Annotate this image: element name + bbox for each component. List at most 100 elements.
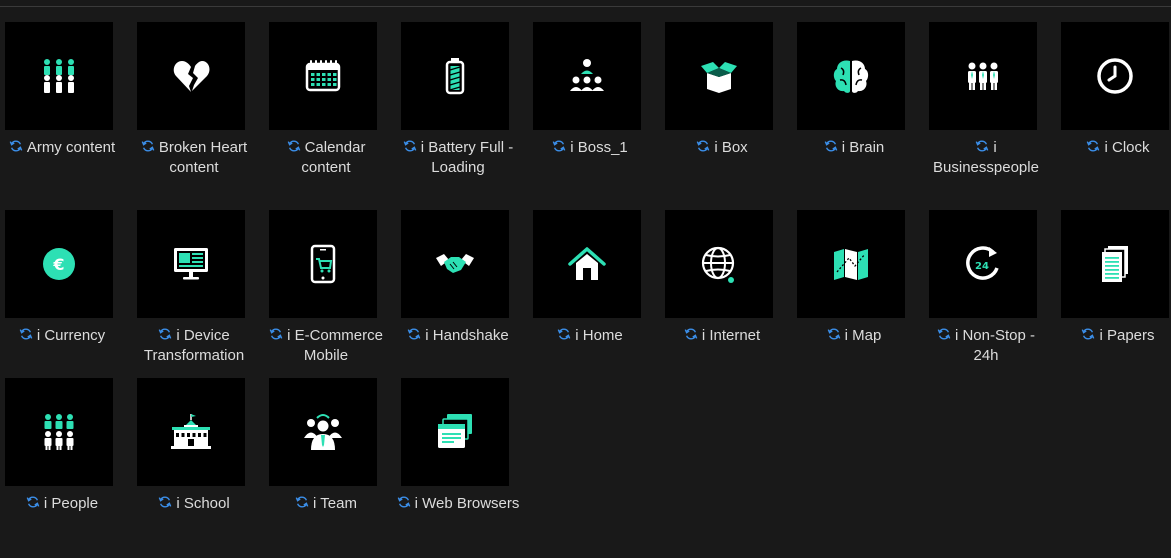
sync-icon bbox=[287, 140, 300, 152]
sync-icon bbox=[557, 328, 571, 340]
file-thumbnail[interactable] bbox=[5, 22, 113, 130]
file-label[interactable]: i Web Browsers bbox=[396, 494, 520, 514]
file-label[interactable]: i Currency bbox=[0, 326, 124, 346]
file-thumbnail[interactable] bbox=[797, 22, 905, 130]
file-thumbnail[interactable] bbox=[533, 210, 641, 318]
file-thumbnail[interactable] bbox=[797, 210, 905, 318]
sync-icon bbox=[937, 328, 951, 340]
file-grid: Army content Broken Heart content Calend… bbox=[0, 0, 1171, 558]
file-label[interactable]: i Clock bbox=[1056, 138, 1171, 158]
svg-text:€: € bbox=[52, 255, 64, 274]
sync-icon bbox=[975, 140, 989, 152]
team-icon bbox=[304, 414, 342, 450]
file-thumbnail[interactable] bbox=[5, 378, 113, 486]
calendar-icon bbox=[305, 60, 341, 92]
file-thumbnail[interactable] bbox=[1061, 22, 1169, 130]
file-label[interactable]: i Papers bbox=[1056, 326, 1171, 346]
file-label[interactable]: i People bbox=[0, 494, 124, 514]
file-label[interactable]: i Team bbox=[264, 494, 388, 514]
battery-icon bbox=[445, 58, 465, 95]
file-label[interactable]: Calendar content bbox=[264, 138, 388, 178]
file-label[interactable]: i Device Transformation bbox=[132, 326, 256, 366]
file-label[interactable]: Army content bbox=[0, 138, 124, 158]
sync-icon bbox=[824, 140, 838, 152]
file-name: i Box bbox=[714, 139, 748, 156]
file-name: i Map bbox=[844, 327, 882, 344]
web-browsers-icon bbox=[438, 414, 472, 448]
file-name: i People bbox=[43, 495, 99, 512]
file-label[interactable]: i Map bbox=[792, 326, 916, 346]
file-name: i Internet bbox=[701, 327, 761, 344]
non-stop-24h-icon: 24 bbox=[966, 246, 999, 280]
file-name: i Team bbox=[313, 495, 357, 512]
school-icon bbox=[171, 414, 211, 449]
file-label[interactable]: i Internet bbox=[660, 326, 784, 346]
papers-icon bbox=[1102, 246, 1128, 282]
file-thumbnail[interactable]: 24 bbox=[929, 210, 1037, 318]
sync-icon bbox=[9, 140, 23, 152]
handshake-icon bbox=[436, 254, 474, 273]
file-name: i Currency bbox=[36, 327, 106, 344]
box-icon bbox=[701, 62, 737, 93]
file-label[interactable]: i Boss_1 bbox=[528, 138, 652, 158]
svg-text:24: 24 bbox=[975, 261, 989, 272]
sync-icon bbox=[397, 496, 410, 508]
brain-icon bbox=[833, 60, 869, 93]
army-icon bbox=[44, 59, 74, 93]
file-name: Calendar content bbox=[301, 139, 366, 176]
sync-icon bbox=[295, 496, 309, 508]
file-name: i Handshake bbox=[425, 327, 509, 344]
file-thumbnail[interactable] bbox=[665, 22, 773, 130]
device-transformation-icon bbox=[174, 248, 208, 280]
file-thumbnail[interactable] bbox=[269, 210, 377, 318]
file-thumbnail[interactable] bbox=[665, 210, 773, 318]
map-icon bbox=[834, 249, 868, 280]
file-label[interactable]: i Handshake bbox=[396, 326, 520, 346]
file-name: Army content bbox=[26, 139, 116, 156]
file-thumbnail[interactable] bbox=[269, 22, 377, 130]
file-thumbnail[interactable] bbox=[269, 378, 377, 486]
sync-icon bbox=[19, 328, 33, 340]
home-icon bbox=[568, 247, 606, 280]
sync-icon bbox=[684, 328, 698, 340]
file-thumbnail[interactable] bbox=[401, 378, 509, 486]
file-thumbnail[interactable] bbox=[137, 210, 245, 318]
sync-icon bbox=[158, 496, 172, 508]
sync-icon bbox=[158, 328, 172, 340]
file-thumbnail[interactable] bbox=[137, 378, 245, 486]
file-label[interactable]: i Businesspeople bbox=[924, 138, 1048, 178]
file-name: i Non-Stop - 24h bbox=[954, 327, 1036, 364]
clock-icon bbox=[1097, 58, 1133, 94]
file-label[interactable]: i E-Commerce Mobile bbox=[264, 326, 388, 366]
file-thumbnail[interactable] bbox=[1061, 210, 1169, 318]
file-label[interactable]: i Box bbox=[660, 138, 784, 158]
file-name: i Boss_1 bbox=[570, 139, 628, 156]
file-label[interactable]: Broken Heart content bbox=[132, 138, 256, 178]
businesspeople-icon bbox=[968, 62, 998, 90]
file-label[interactable]: i Brain bbox=[792, 138, 916, 158]
file-thumbnail[interactable] bbox=[533, 22, 641, 130]
file-thumbnail[interactable] bbox=[401, 210, 509, 318]
file-label[interactable]: i Home bbox=[528, 326, 652, 346]
sync-icon bbox=[552, 140, 566, 152]
file-name: i Battery Full - Loading bbox=[420, 139, 514, 176]
file-thumbnail[interactable] bbox=[401, 22, 509, 130]
sync-icon bbox=[827, 328, 840, 340]
file-name: i Home bbox=[575, 327, 623, 344]
file-label[interactable]: i Battery Full - Loading bbox=[396, 138, 520, 178]
file-label[interactable]: i Non-Stop - 24h bbox=[924, 326, 1048, 366]
sync-icon bbox=[26, 496, 40, 508]
sync-icon bbox=[269, 328, 283, 340]
broken-heart-icon bbox=[173, 61, 210, 92]
sync-icon bbox=[141, 140, 155, 152]
file-name: i School bbox=[176, 495, 230, 512]
file-label[interactable]: i School bbox=[132, 494, 256, 514]
boss-icon bbox=[570, 59, 604, 91]
sync-icon bbox=[407, 328, 421, 340]
file-name: i E-Commerce Mobile bbox=[287, 327, 383, 364]
file-thumbnail[interactable] bbox=[929, 22, 1037, 130]
file-name: Broken Heart content bbox=[158, 139, 248, 176]
file-thumbnail[interactable] bbox=[137, 22, 245, 130]
file-name: i Clock bbox=[1104, 139, 1150, 156]
file-thumbnail[interactable]: € bbox=[5, 210, 113, 318]
